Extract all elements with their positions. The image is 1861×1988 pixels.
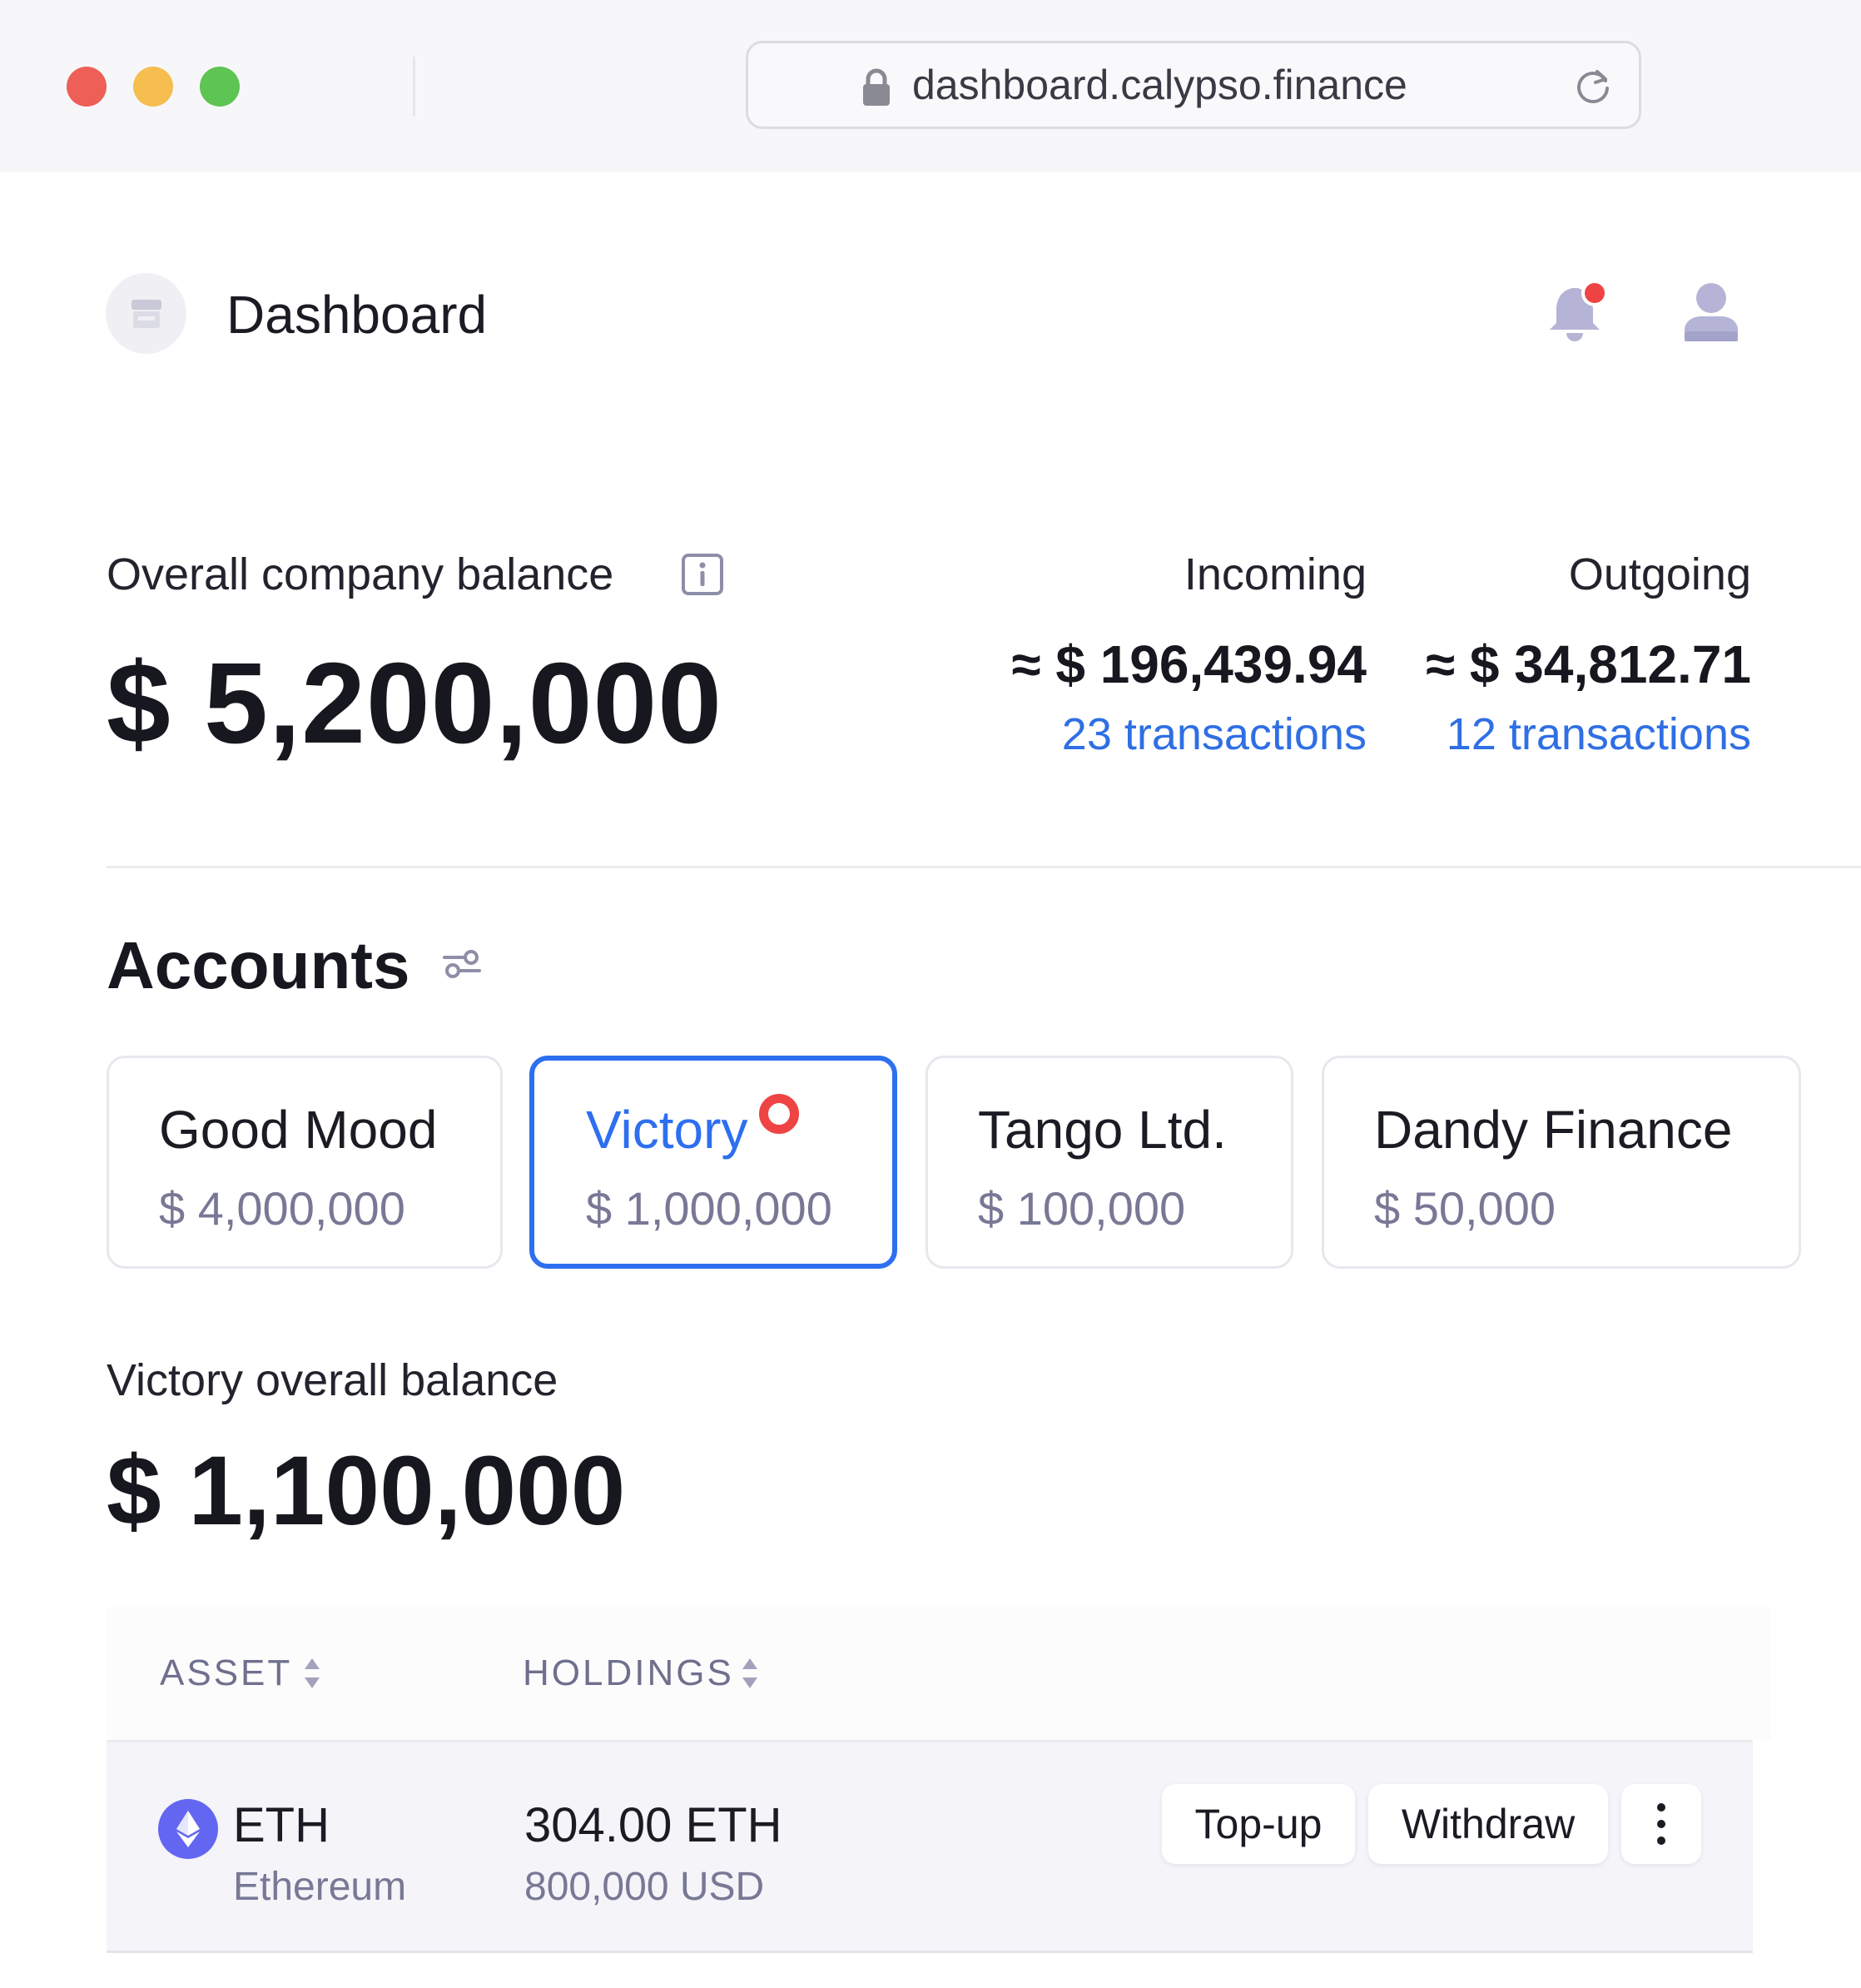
accounts-title: Accounts	[107, 928, 410, 1002]
account-balance: $ 4,000,000	[159, 1182, 405, 1235]
close-window-button[interactable]	[67, 67, 107, 107]
sort-icon[interactable]	[741, 1657, 759, 1690]
column-header-holdings[interactable]: HOLDINGS	[523, 1650, 734, 1697]
top-up-button[interactable]: Top-up	[1162, 1784, 1355, 1864]
account-name: Dandy Finance	[1374, 1100, 1733, 1160]
user-avatar-icon[interactable]	[1681, 280, 1741, 343]
url-text: dashboard.calypso.finance	[912, 62, 1407, 108]
ethereum-icon	[158, 1799, 218, 1859]
withdraw-button[interactable]: Withdraw	[1368, 1784, 1608, 1864]
incoming-transactions-link[interactable]: 23 transactions	[1062, 708, 1367, 761]
more-vertical-icon	[1657, 1803, 1665, 1845]
table-row-divider	[107, 1951, 1753, 1953]
outgoing-amount: ≈ $ 34,812.71	[1426, 634, 1751, 694]
incoming-amount: ≈ $ 196,439.94	[1011, 634, 1367, 694]
account-card-good-mood[interactable]: Good Mood $ 4,000,000	[107, 1056, 503, 1269]
overall-balance-amount: $ 5,200,000	[107, 639, 723, 768]
account-name: Tango Ltd.	[978, 1100, 1227, 1160]
account-balance: $ 100,000	[978, 1182, 1186, 1235]
minimize-window-button[interactable]	[133, 67, 173, 107]
page-title: Dashboard	[226, 285, 488, 345]
incoming-label: Incoming	[1184, 549, 1367, 599]
store-icon	[132, 300, 161, 328]
lock-icon	[863, 68, 890, 106]
reload-icon[interactable]	[1572, 66, 1614, 107]
account-card-dandy-finance[interactable]: Dandy Finance $ 50,000	[1322, 1056, 1801, 1269]
assets-table-header: ASSET HOLDINGS	[107, 1607, 1771, 1740]
asset-name: Ethereum	[233, 1865, 407, 1909]
account-balance: $ 1,000,000	[586, 1182, 832, 1235]
toolbar-divider	[413, 57, 415, 117]
account-name: Victory	[586, 1100, 748, 1160]
browser-toolbar: dashboard.calypso.finance	[0, 0, 1861, 172]
notification-bell-icon[interactable]	[1546, 278, 1611, 345]
maximize-window-button[interactable]	[200, 67, 240, 107]
outgoing-transactions-link[interactable]: 12 transactions	[1447, 708, 1751, 761]
outgoing-label: Outgoing	[1568, 549, 1751, 599]
app-logo[interactable]	[106, 273, 186, 354]
account-card-victory[interactable]: Victory $ 1,000,000	[529, 1056, 897, 1269]
asset-symbol: ETH	[233, 1798, 330, 1852]
account-alert-badge	[759, 1094, 799, 1134]
account-card-tango[interactable]: Tango Ltd. $ 100,000	[926, 1056, 1293, 1269]
sort-icon[interactable]	[303, 1657, 321, 1690]
filter-settings-icon[interactable]	[443, 946, 481, 982]
account-name: Good Mood	[159, 1100, 438, 1160]
info-icon[interactable]	[681, 553, 724, 596]
holdings-amount: 304.00 ETH	[524, 1798, 782, 1852]
notification-dot	[1585, 283, 1605, 303]
column-header-asset[interactable]: ASSET	[160, 1650, 292, 1697]
overall-balance-label: Overall company balance	[107, 549, 614, 599]
address-bar[interactable]: dashboard.calypso.finance	[746, 41, 1641, 129]
more-options-button[interactable]	[1621, 1784, 1701, 1864]
table-row[interactable]: ETH Ethereum 304.00 ETH 800,000 USD Top-…	[107, 1740, 1753, 1953]
selected-account-balance-amount: $ 1,100,000	[107, 1436, 626, 1546]
holdings-usd: 800,000 USD	[524, 1865, 765, 1909]
account-balance: $ 50,000	[1374, 1182, 1556, 1235]
section-divider	[107, 866, 1861, 868]
selected-account-balance-label: Victory overall balance	[107, 1355, 558, 1405]
